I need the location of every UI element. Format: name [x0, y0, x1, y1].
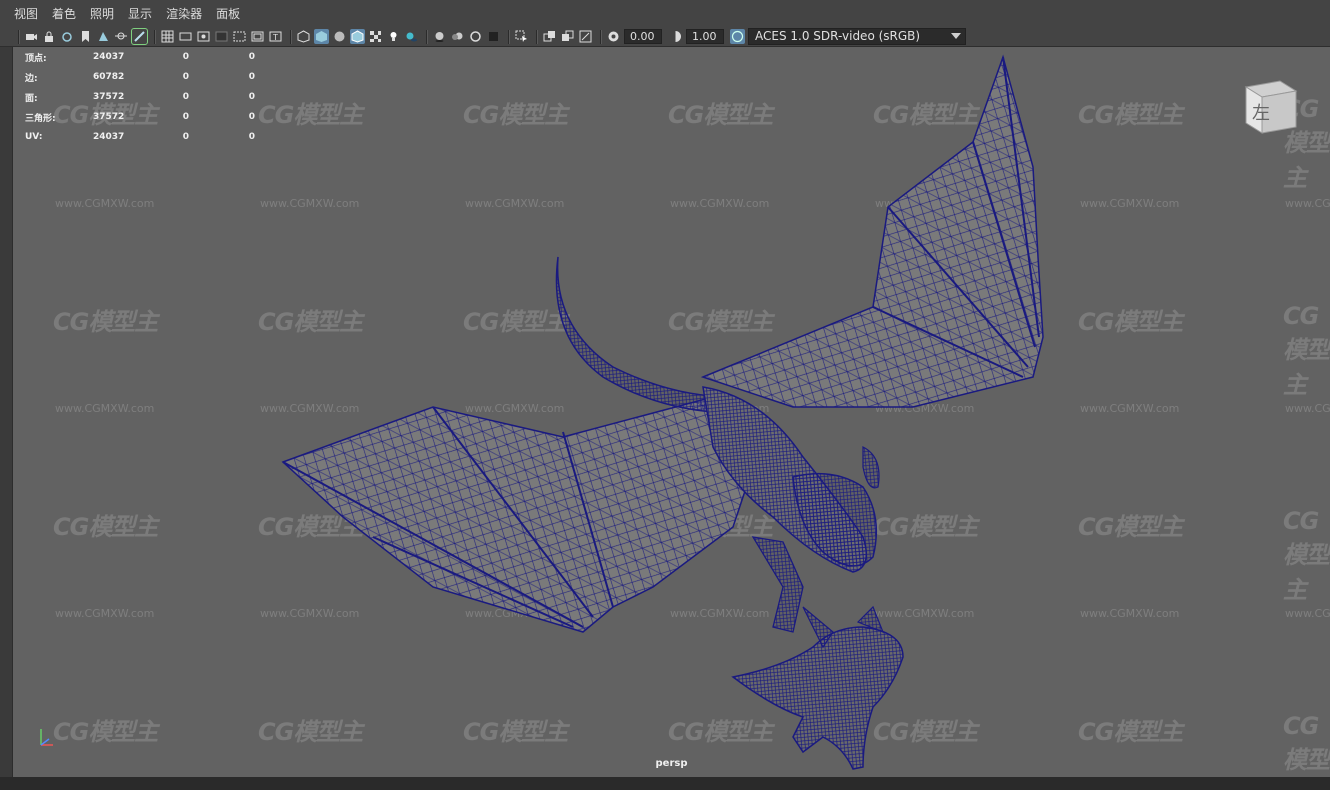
hud-label: 面: — [25, 93, 38, 104]
camera-attributes-icon[interactable] — [60, 29, 75, 44]
hud-value: 0 — [248, 72, 255, 82]
gate-mask-icon[interactable] — [214, 29, 229, 44]
time-slider-strip — [0, 777, 1330, 790]
menu-panels[interactable]: 面板 — [216, 5, 240, 22]
hud-value: 0 — [182, 92, 189, 102]
grease-pencil-icon[interactable] — [131, 28, 148, 45]
bookmark-icon[interactable] — [78, 29, 93, 44]
left-panel-edge — [0, 47, 12, 777]
hud-value: 24037 — [93, 52, 125, 62]
hud-label: 三角形: — [25, 113, 56, 124]
hud-value: 0 — [248, 52, 255, 62]
default-material-icon[interactable] — [332, 29, 347, 44]
toolbar-divider — [290, 29, 292, 44]
hud-row-faces: 面: 37572 0 0 — [25, 87, 255, 107]
resolution-gate-icon[interactable] — [196, 29, 211, 44]
toolbar-divider — [426, 29, 428, 44]
hud-value: 24037 — [93, 132, 125, 142]
toolbar-divider — [154, 29, 156, 44]
poly-count-hud: 顶点: 24037 0 0 边: 60782 0 0 面: 37572 0 0 … — [25, 47, 255, 147]
menu-renderer[interactable]: 渲染器 — [166, 5, 202, 22]
camera-select-icon[interactable] — [24, 29, 39, 44]
svg-text:T: T — [272, 33, 278, 42]
hud-label: 顶点: — [25, 53, 47, 64]
exposure-field[interactable]: 0.00 — [624, 29, 662, 44]
hud-value: 0 — [248, 92, 255, 102]
wireframe-icon[interactable] — [296, 29, 311, 44]
lock-camera-icon[interactable] — [42, 29, 57, 44]
hud-value: 0 — [182, 52, 189, 62]
hud-row-triangles: 三角形: 37572 0 0 — [25, 107, 255, 127]
hud-row-edges: 边: 60782 0 0 — [25, 67, 255, 87]
color-management-icon[interactable] — [730, 29, 745, 44]
depth-of-field-icon[interactable] — [486, 29, 501, 44]
gamma-field[interactable]: 1.00 — [686, 29, 724, 44]
hud-value: 0 — [182, 72, 189, 82]
multisample-aa-icon[interactable] — [468, 29, 483, 44]
hud-label: UV: — [25, 132, 43, 142]
screen-space-ao-icon[interactable] — [432, 29, 447, 44]
safe-title-icon[interactable]: T — [268, 29, 283, 44]
hud-value: 37572 — [93, 92, 125, 102]
panel-toolbar: T 0.00 1.00 ACES 1.0 SDR-video (sRGB) — [0, 27, 1330, 47]
hud-value: 60782 — [93, 72, 125, 82]
hud-value: 0 — [248, 132, 255, 142]
menu-shading[interactable]: 着色 — [52, 5, 76, 22]
xray-joints-icon[interactable] — [560, 29, 575, 44]
axis-gizmo — [40, 729, 53, 746]
exposure-icon[interactable] — [606, 29, 621, 44]
menu-show[interactable]: 显示 — [128, 5, 152, 22]
viewport-persp[interactable]: CG模型主 CG模型主 CG模型主 CG模型主 CG模型主 CG模型主 CG模型主 CG模型主… — [12, 47, 1330, 777]
wireframe-on-shaded-icon[interactable] — [350, 29, 365, 44]
xray-components-icon[interactable] — [578, 29, 593, 44]
film-gate-icon[interactable] — [178, 29, 193, 44]
gamma-icon[interactable] — [668, 29, 683, 44]
toolbar-divider — [536, 29, 538, 44]
hud-value: 37572 — [93, 112, 125, 122]
hud-row-uvs: UV: 24037 0 0 — [25, 127, 255, 147]
safe-action-icon[interactable] — [250, 29, 265, 44]
view-transform-dropdown[interactable]: ACES 1.0 SDR-video (sRGB) — [748, 28, 966, 45]
panel-menubar: 视图 着色 照明 显示 渲染器 面板 — [0, 0, 1330, 27]
xray-icon[interactable] — [542, 29, 557, 44]
hud-label: 边: — [25, 73, 38, 84]
menu-lighting[interactable]: 照明 — [90, 5, 114, 22]
grid-icon[interactable] — [160, 29, 175, 44]
field-chart-icon[interactable] — [232, 29, 247, 44]
camera-name-label: persp — [655, 758, 688, 769]
image-plane-icon[interactable] — [96, 29, 111, 44]
dragon-wireframe-model[interactable] — [13, 47, 1330, 777]
textured-icon[interactable] — [368, 29, 383, 44]
view-cube[interactable]: 左 — [1240, 77, 1300, 135]
2d-pan-zoom-icon[interactable] — [114, 29, 129, 44]
menu-view[interactable]: 视图 — [14, 5, 38, 22]
view-transform-label: ACES 1.0 SDR-video (sRGB) — [755, 29, 921, 43]
shadows-icon[interactable] — [404, 29, 419, 44]
hud-row-vertices: 顶点: 24037 0 0 — [25, 47, 255, 67]
toolbar-divider — [508, 29, 510, 44]
use-all-lights-icon[interactable] — [386, 29, 401, 44]
isolate-select-icon[interactable] — [514, 29, 529, 44]
motion-blur-icon[interactable] — [450, 29, 465, 44]
view-cube-face-label: 左 — [1252, 103, 1270, 124]
toolbar-divider — [600, 29, 602, 44]
toolbar-divider — [18, 29, 20, 44]
hud-value: 0 — [182, 112, 189, 122]
smooth-shade-icon[interactable] — [314, 29, 329, 44]
chevron-down-icon — [951, 33, 961, 39]
hud-value: 0 — [182, 132, 189, 142]
hud-value: 0 — [248, 112, 255, 122]
